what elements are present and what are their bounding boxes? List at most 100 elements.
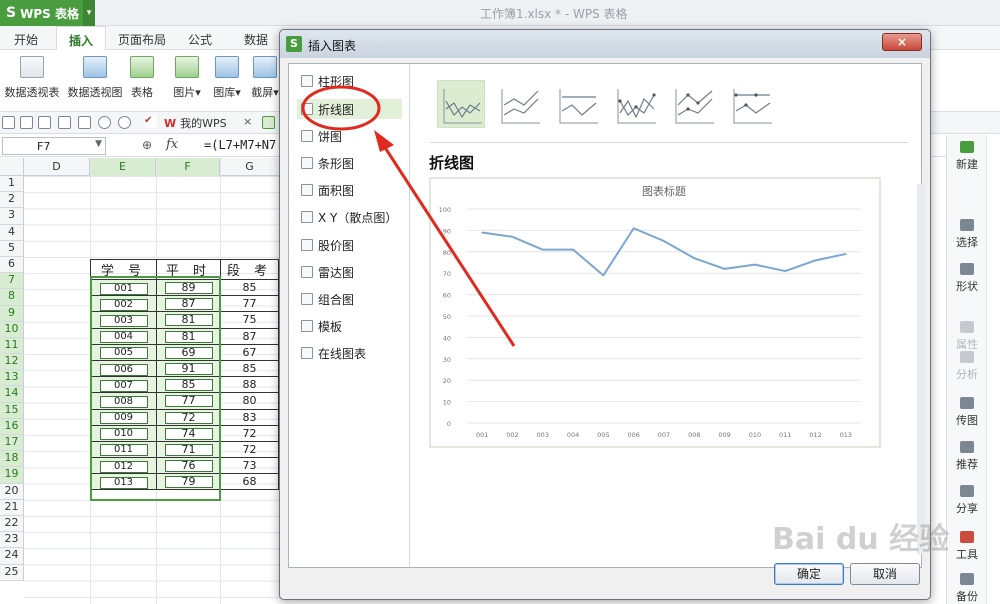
tab-page-layout[interactable]: 页面布局 (118, 31, 166, 48)
export-pdf-icon[interactable] (38, 116, 51, 129)
row-header[interactable]: 20 (0, 483, 24, 500)
ok-button[interactable]: 确定 (774, 563, 844, 585)
picture-button[interactable]: 图片▾ (170, 56, 204, 100)
regular-score-cell[interactable]: 81 (156, 327, 221, 345)
chart-type-item[interactable]: 模板 (297, 316, 402, 336)
print-preview-icon[interactable] (78, 116, 91, 129)
chevron-down-icon[interactable]: ▼ (95, 139, 102, 149)
chevron-down-icon[interactable]: ▾ (83, 0, 95, 26)
row-header[interactable]: 18 (0, 451, 24, 468)
tab-data[interactable]: 数据 (244, 31, 268, 48)
regular-score-cell[interactable]: 81 (156, 311, 221, 329)
fx-icon[interactable]: fx (166, 137, 178, 152)
regular-score-cell[interactable]: 85 (156, 376, 221, 394)
row-header[interactable]: 5 (0, 240, 24, 257)
regular-score-cell[interactable]: 71 (156, 440, 221, 459)
redo-icon[interactable] (118, 116, 131, 129)
exam-score-cell[interactable]: 85 (220, 359, 279, 378)
workbook-tab-icon[interactable] (262, 116, 275, 129)
exam-score-cell[interactable]: 75 (220, 311, 279, 329)
student-id-cell[interactable]: 006 (90, 359, 157, 378)
exam-score-cell[interactable]: 67 (220, 343, 279, 361)
chart-type-item[interactable]: 折线图 (297, 99, 402, 119)
header-cell[interactable]: 平 时 (156, 259, 221, 280)
chart-type-item[interactable]: 柱形图 (297, 71, 402, 91)
row-header[interactable]: 25 (0, 564, 24, 581)
row-header[interactable]: 15 (0, 402, 24, 419)
gallery-button[interactable]: 图库▾ (210, 56, 244, 100)
exam-score-cell[interactable]: 87 (220, 327, 279, 345)
tab-home[interactable]: 开始 (14, 31, 38, 48)
column-header-f[interactable]: F (156, 158, 220, 176)
row-header[interactable]: 13 (0, 370, 24, 387)
chart-type-item[interactable]: 雷达图 (297, 262, 402, 282)
row-header[interactable]: 4 (0, 224, 24, 241)
regular-score-cell[interactable]: 89 (156, 278, 221, 297)
print-icon[interactable] (58, 116, 71, 129)
exam-score-cell[interactable]: 85 (220, 278, 279, 297)
chart-type-item[interactable]: X Y（散点图） (297, 207, 402, 227)
row-header[interactable]: 17 (0, 435, 24, 452)
task-pane-item[interactable]: 工具 (947, 531, 987, 562)
table-button[interactable]: 表格 (128, 56, 156, 100)
row-header[interactable]: 2 (0, 192, 24, 209)
student-id-cell[interactable]: 007 (90, 376, 157, 394)
row-header[interactable]: 12 (0, 354, 24, 371)
screenshot-button[interactable]: 截屏▾ (248, 56, 282, 100)
column-header-d[interactable]: D (24, 158, 90, 176)
close-button[interactable]: × (882, 33, 922, 51)
task-pane-item[interactable]: 备份 (947, 573, 987, 604)
row-header[interactable]: 19 (0, 467, 24, 484)
regular-score-cell[interactable]: 72 (156, 408, 221, 426)
task-pane-item[interactable]: 分享 (947, 485, 987, 516)
row-header[interactable]: 3 (0, 208, 24, 225)
row-header[interactable]: 9 (0, 305, 24, 322)
open-folder-icon[interactable] (2, 116, 15, 129)
row-header[interactable]: 7 (0, 273, 24, 290)
task-pane-item[interactable]: 推荐 (947, 441, 987, 472)
vertical-scrollbar[interactable] (917, 184, 925, 554)
column-header-e[interactable]: E (90, 158, 156, 176)
student-id-cell[interactable]: 009 (90, 408, 157, 426)
chart-type-item[interactable]: 股价图 (297, 235, 402, 255)
chart-type-item[interactable]: 在线图表 (297, 343, 402, 363)
pivot-chart-button[interactable]: 数据透视图 (66, 56, 124, 100)
header-cell[interactable]: 学 号 (90, 259, 157, 280)
exam-score-cell[interactable]: 73 (220, 457, 279, 475)
regular-score-cell[interactable]: 77 (156, 392, 221, 410)
row-header[interactable]: 14 (0, 386, 24, 403)
task-pane-item[interactable]: 新建 (947, 141, 987, 172)
regular-score-cell[interactable]: 74 (156, 424, 221, 442)
exam-score-cell[interactable]: 72 (220, 424, 279, 442)
regular-score-cell[interactable]: 87 (156, 295, 221, 313)
student-id-cell[interactable]: 013 (90, 473, 157, 491)
exam-score-cell[interactable]: 77 (220, 295, 279, 313)
row-header[interactable]: 24 (0, 548, 24, 565)
student-id-cell[interactable]: 010 (90, 424, 157, 442)
row-header[interactable]: 6 (0, 256, 24, 274)
student-id-cell[interactable]: 005 (90, 343, 157, 361)
cancel-button[interactable]: 取消 (850, 563, 920, 585)
chart-type-item[interactable]: 面积图 (297, 180, 402, 200)
exam-score-cell[interactable]: 80 (220, 392, 279, 410)
student-id-cell[interactable]: 004 (90, 327, 157, 345)
tab-my-wps[interactable]: W 我的WPS (164, 115, 227, 131)
task-pane-item[interactable]: 传图 (947, 397, 987, 428)
regular-score-cell[interactable]: 69 (156, 343, 221, 361)
column-header-g[interactable]: G (220, 158, 280, 176)
name-box[interactable]: F7 ▼ (2, 137, 106, 155)
line-subtype-thumb[interactable] (437, 80, 485, 128)
exam-score-cell[interactable]: 68 (220, 473, 279, 491)
chart-type-item[interactable]: 饼图 (297, 126, 402, 146)
task-pane-item[interactable]: 形状 (947, 263, 987, 294)
line-markers-subtype-thumb[interactable] (611, 80, 659, 128)
tab-insert[interactable]: 插入 (56, 26, 107, 51)
zoom-icon[interactable]: ⊕ (142, 138, 152, 152)
chart-type-item[interactable]: 条形图 (297, 153, 402, 173)
exam-score-cell[interactable]: 88 (220, 376, 279, 394)
stacked-line-subtype-thumb[interactable] (495, 80, 543, 128)
chart-type-item[interactable]: 组合图 (297, 289, 402, 309)
pivot-table-button[interactable]: 数据透视表 (4, 56, 60, 100)
student-id-cell[interactable]: 003 (90, 311, 157, 329)
student-id-cell[interactable]: 002 (90, 295, 157, 313)
